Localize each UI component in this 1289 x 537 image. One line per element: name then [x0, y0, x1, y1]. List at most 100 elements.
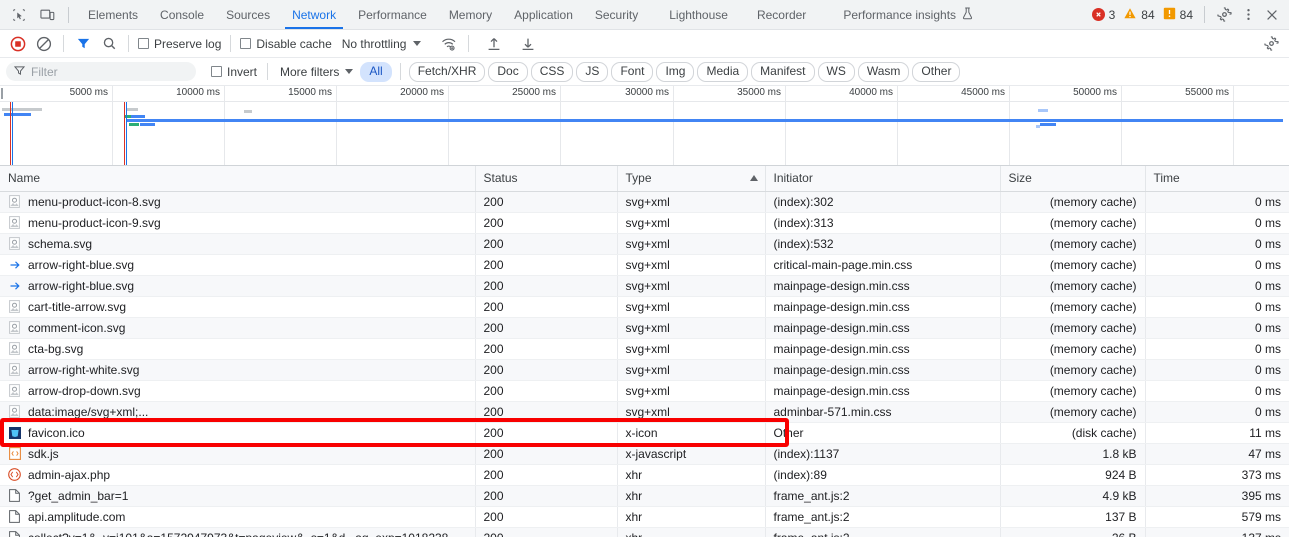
- tab-recorder[interactable]: Recorder: [739, 0, 817, 29]
- filter-chip-js[interactable]: JS: [576, 61, 609, 82]
- filter-chip-manifest[interactable]: Manifest: [751, 61, 815, 82]
- table-row[interactable]: schema.svg 200 svg+xml (index):532 (memory c…: [0, 233, 1289, 255]
- cell-name[interactable]: arrow-drop-down.svg: [0, 380, 476, 402]
- cell-initiator[interactable]: adminbar-571.min.css: [765, 401, 1001, 423]
- initiator-link[interactable]: (index):302: [774, 195, 834, 209]
- cell-initiator[interactable]: (index):302: [765, 191, 1001, 213]
- column-header-time[interactable]: Time: [1145, 166, 1289, 192]
- error-counter[interactable]: 3: [1089, 8, 1119, 22]
- table-row[interactable]: cta-bg.svg 200 svg+xml mainpage-design.min.…: [0, 338, 1289, 360]
- more-filters-dropdown[interactable]: More filters: [276, 65, 357, 79]
- tab-lighthouse[interactable]: Lighthouse: [649, 0, 739, 29]
- search-input[interactable]: Filter: [6, 62, 196, 81]
- table-row[interactable]: data:image/svg+xml;... 200 svg+xml adminbar…: [0, 401, 1289, 423]
- table-row[interactable]: sdk.js 200 x-javascript (index):1137 1.8 kB 4…: [0, 443, 1289, 465]
- filter-chip-all[interactable]: All: [360, 61, 392, 82]
- cell-initiator[interactable]: frame_ant.js:2: [765, 527, 1001, 537]
- column-header-name[interactable]: Name: [0, 166, 476, 192]
- initiator-link[interactable]: (index):89: [774, 468, 827, 482]
- requests-table-container[interactable]: Name Status Type Initiator Size Time men…: [0, 166, 1289, 537]
- cell-initiator[interactable]: (index):532: [765, 233, 1001, 255]
- cell-initiator[interactable]: mainpage-design.min.css: [765, 359, 1001, 381]
- more-options-icon[interactable]: [1237, 4, 1259, 26]
- initiator-link[interactable]: (index):1137: [774, 447, 840, 461]
- cell-name[interactable]: menu-product-icon-8.svg: [0, 191, 476, 213]
- cell-name[interactable]: ?get_admin_bar=1: [0, 485, 476, 507]
- tab-memory[interactable]: Memory: [438, 0, 503, 29]
- column-header-type[interactable]: Type: [617, 166, 766, 192]
- cell-initiator[interactable]: frame_ant.js:2: [765, 506, 1001, 528]
- gear-icon[interactable]: [1213, 4, 1235, 26]
- initiator-link[interactable]: mainpage-design.min.css: [774, 279, 910, 293]
- table-row[interactable]: menu-product-icon-8.svg 200 svg+xml (index)…: [0, 191, 1289, 213]
- cell-initiator[interactable]: mainpage-design.min.css: [765, 275, 1001, 297]
- filter-toggle-icon[interactable]: [71, 32, 95, 56]
- cell-name[interactable]: arrow-right-blue.svg: [0, 254, 476, 276]
- cell-name[interactable]: menu-product-icon-9.svg: [0, 212, 476, 234]
- filter-chip-media[interactable]: Media: [697, 61, 749, 82]
- cell-initiator[interactable]: frame_ant.js:2: [765, 485, 1001, 507]
- cell-initiator[interactable]: mainpage-design.min.css: [765, 317, 1001, 339]
- column-header-status[interactable]: Status: [475, 166, 618, 192]
- cell-initiator[interactable]: (index):313: [765, 212, 1001, 234]
- table-row[interactable]: comment-icon.svg 200 svg+xml mainpage-desig…: [0, 317, 1289, 339]
- tab-elements[interactable]: Elements: [77, 0, 149, 29]
- cell-name[interactable]: comment-icon.svg: [0, 317, 476, 339]
- tab-performance-insights[interactable]: Performance insights: [817, 0, 984, 29]
- tab-network[interactable]: Network: [281, 0, 347, 29]
- disable-cache-checkbox[interactable]: Disable cache: [238, 37, 333, 51]
- import-har-icon[interactable]: [482, 32, 506, 56]
- initiator-link[interactable]: (index):313: [774, 216, 834, 230]
- initiator-link[interactable]: (index):532: [774, 237, 834, 251]
- cell-name[interactable]: favicon.ico: [0, 422, 476, 444]
- tab-application[interactable]: Application: [503, 0, 584, 29]
- filter-chip-wasm[interactable]: Wasm: [857, 61, 910, 82]
- cell-initiator[interactable]: (index):1137: [765, 443, 1001, 465]
- warning-counter[interactable]: 84: [1120, 7, 1157, 23]
- initiator-link[interactable]: mainpage-design.min.css: [774, 300, 910, 314]
- tab-sources[interactable]: Sources: [215, 0, 281, 29]
- filter-chip-img[interactable]: Img: [656, 61, 695, 82]
- tab-performance[interactable]: Performance: [347, 0, 438, 29]
- table-row[interactable]: arrow-right-white.svg 200 svg+xml mainpage-…: [0, 359, 1289, 381]
- initiator-link[interactable]: adminbar-571.min.css: [774, 405, 892, 419]
- initiator-link[interactable]: mainpage-design.min.css: [774, 384, 910, 398]
- table-row[interactable]: ?get_admin_bar=1 200 xhr frame_ant.js:2 4.9 …: [0, 485, 1289, 507]
- table-row[interactable]: arrow-drop-down.svg 200 svg+xml mainpage-de…: [0, 380, 1289, 402]
- initiator-link[interactable]: mainpage-design.min.css: [774, 321, 910, 335]
- filter-chip-css[interactable]: CSS: [530, 61, 574, 82]
- table-row[interactable]: cart-title-arrow.svg 200 svg+xml mainpage-d…: [0, 296, 1289, 318]
- cell-name[interactable]: api.amplitude.com: [0, 506, 476, 528]
- filter-chip-fetch-xhr[interactable]: Fetch/XHR: [408, 61, 486, 82]
- preserve-log-checkbox[interactable]: Preserve log: [136, 37, 223, 51]
- settings-icon[interactable]: [1259, 32, 1283, 56]
- cell-name[interactable]: admin-ajax.php: [0, 464, 476, 486]
- column-header-size[interactable]: Size: [1000, 166, 1146, 192]
- filter-chip-doc[interactable]: Doc: [488, 61, 528, 82]
- filter-chip-font[interactable]: Font: [611, 61, 654, 82]
- initiator-link[interactable]: critical-main-page.min.css: [774, 258, 913, 272]
- cell-initiator[interactable]: critical-main-page.min.css: [765, 254, 1001, 276]
- table-row[interactable]: collect?v=1&_v=j101&a=1572947973&t=pagev…: [0, 527, 1289, 537]
- initiator-link[interactable]: frame_ant.js:2: [774, 510, 850, 524]
- cell-initiator[interactable]: (index):89: [765, 464, 1001, 486]
- export-har-icon[interactable]: [516, 32, 540, 56]
- cell-initiator[interactable]: mainpage-design.min.css: [765, 380, 1001, 402]
- initiator-link[interactable]: mainpage-design.min.css: [774, 363, 910, 377]
- filter-chip-ws[interactable]: WS: [817, 61, 855, 82]
- initiator-link[interactable]: frame_ant.js:2: [774, 531, 850, 537]
- table-row[interactable]: menu-product-icon-9.svg 200 svg+xml (index)…: [0, 212, 1289, 234]
- table-row[interactable]: admin-ajax.php 200 xhr (index):89 924 B 373 m…: [0, 464, 1289, 486]
- record-button[interactable]: [6, 32, 30, 56]
- info-counter[interactable]: 84: [1160, 7, 1196, 23]
- device-toolbar-icon[interactable]: [36, 4, 58, 26]
- cell-initiator[interactable]: mainpage-design.min.css: [765, 296, 1001, 318]
- network-conditions-icon[interactable]: [437, 32, 461, 56]
- table-row[interactable]: arrow-right-blue.svg 200 svg+xml mainpage-d…: [0, 275, 1289, 297]
- table-row[interactable]: arrow-right-blue.svg 200 svg+xml critical-m…: [0, 254, 1289, 276]
- inspect-element-icon[interactable]: [8, 4, 30, 26]
- network-overview-timeline[interactable]: 5000 ms 10000 ms 15000 ms 20000 ms 25000 ms 3…: [0, 86, 1289, 166]
- table-row[interactable]: api.amplitude.com 200 xhr frame_ant.js:2 137…: [0, 506, 1289, 528]
- cell-name[interactable]: schema.svg: [0, 233, 476, 255]
- initiator-link[interactable]: frame_ant.js:2: [774, 489, 850, 503]
